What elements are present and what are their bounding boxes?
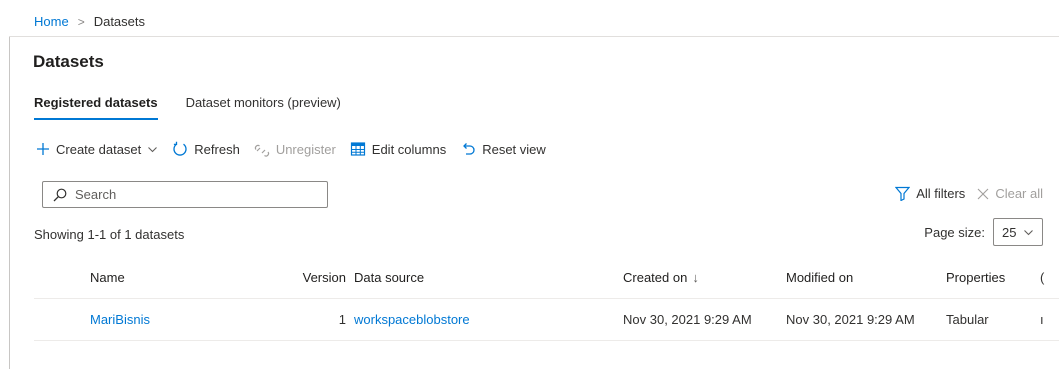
- dataset-created-on: Nov 30, 2021 9:29 AM: [623, 311, 752, 327]
- column-header-name[interactable]: Name: [90, 270, 125, 285]
- search-input[interactable]: [75, 187, 305, 202]
- unregister-label: Unregister: [275, 141, 336, 157]
- reset-view-label: Reset view: [482, 141, 546, 157]
- table-header: Name Version Data source Created on ↓ Mod…: [34, 256, 1059, 299]
- breadcrumb-home-link[interactable]: Home: [34, 14, 69, 29]
- unlink-icon: [254, 144, 269, 157]
- tab-dataset-monitors[interactable]: Dataset monitors (preview): [186, 95, 341, 120]
- tab-bar: Registered datasets Dataset monitors (pr…: [34, 95, 369, 120]
- column-header-version[interactable]: Version: [258, 270, 346, 285]
- dataset-name-link[interactable]: MariBisnis: [90, 312, 150, 327]
- edit-columns-label: Edit columns: [371, 141, 447, 157]
- clear-all-button[interactable]: Clear all: [977, 186, 1043, 201]
- sort-descending-icon: ↓: [692, 269, 699, 285]
- row-overflow-cell: ı: [1040, 311, 1044, 327]
- undo-icon: [463, 143, 475, 155]
- column-header-created-on[interactable]: Created on ↓: [623, 270, 699, 285]
- page-size-label: Page size:: [924, 224, 985, 240]
- create-dataset-label: Create dataset: [56, 141, 142, 157]
- dataset-source-link[interactable]: workspaceblobstore: [354, 312, 470, 327]
- search-icon: [53, 188, 67, 201]
- reset-view-button[interactable]: Reset view: [460, 141, 546, 157]
- command-bar: Create dataset Refresh Unregister Edit c…: [36, 141, 560, 157]
- filter-icon: [895, 186, 911, 201]
- unregister-button[interactable]: Unregister: [254, 141, 336, 157]
- column-header-properties[interactable]: Properties: [946, 270, 1005, 285]
- close-icon: [977, 188, 989, 199]
- tab-registered-datasets[interactable]: Registered datasets: [34, 95, 158, 120]
- page-size-dropdown[interactable]: 25: [993, 218, 1043, 246]
- page-size-value: 25: [1002, 224, 1017, 240]
- filter-bar: All filters Clear all: [883, 186, 1043, 201]
- dataset-modified-on: Nov 30, 2021 9:29 AM: [786, 311, 915, 327]
- clear-all-label: Clear all: [995, 186, 1043, 201]
- all-filters-label: All filters: [916, 186, 966, 201]
- edit-columns-button[interactable]: Edit columns: [350, 141, 446, 157]
- breadcrumb: Home > Datasets: [34, 14, 145, 29]
- plus-icon: [37, 143, 49, 155]
- nav-panel-edge: [9, 36, 10, 369]
- chevron-down-icon: [1024, 229, 1033, 235]
- breadcrumb-separator: >: [77, 14, 85, 29]
- table-row[interactable]: MariBisnis 1 workspaceblobstore Nov 30, …: [34, 298, 1059, 341]
- chevron-down-icon: [148, 146, 158, 152]
- dataset-version: 1: [338, 311, 346, 327]
- create-dataset-button[interactable]: Create dataset: [36, 142, 158, 157]
- table-columns-icon: [350, 142, 365, 156]
- page-size-control: Page size: 25: [924, 218, 1043, 246]
- refresh-button[interactable]: Refresh: [172, 141, 240, 157]
- search-box: [42, 181, 328, 208]
- all-filters-button[interactable]: All filters: [895, 186, 965, 201]
- column-header-overflow[interactable]: (: [1040, 270, 1044, 285]
- column-header-data-source[interactable]: Data source: [354, 270, 424, 285]
- header-divider: [9, 36, 1059, 37]
- column-header-created-on-label: Created on: [623, 269, 688, 285]
- dataset-properties: Tabular: [946, 311, 989, 327]
- page-title: Datasets: [33, 52, 104, 71]
- refresh-label: Refresh: [194, 141, 240, 157]
- column-header-modified-on[interactable]: Modified on: [786, 270, 853, 285]
- results-count: Showing 1-1 of 1 datasets: [34, 227, 185, 242]
- breadcrumb-current: Datasets: [93, 14, 146, 29]
- refresh-icon: [173, 141, 187, 156]
